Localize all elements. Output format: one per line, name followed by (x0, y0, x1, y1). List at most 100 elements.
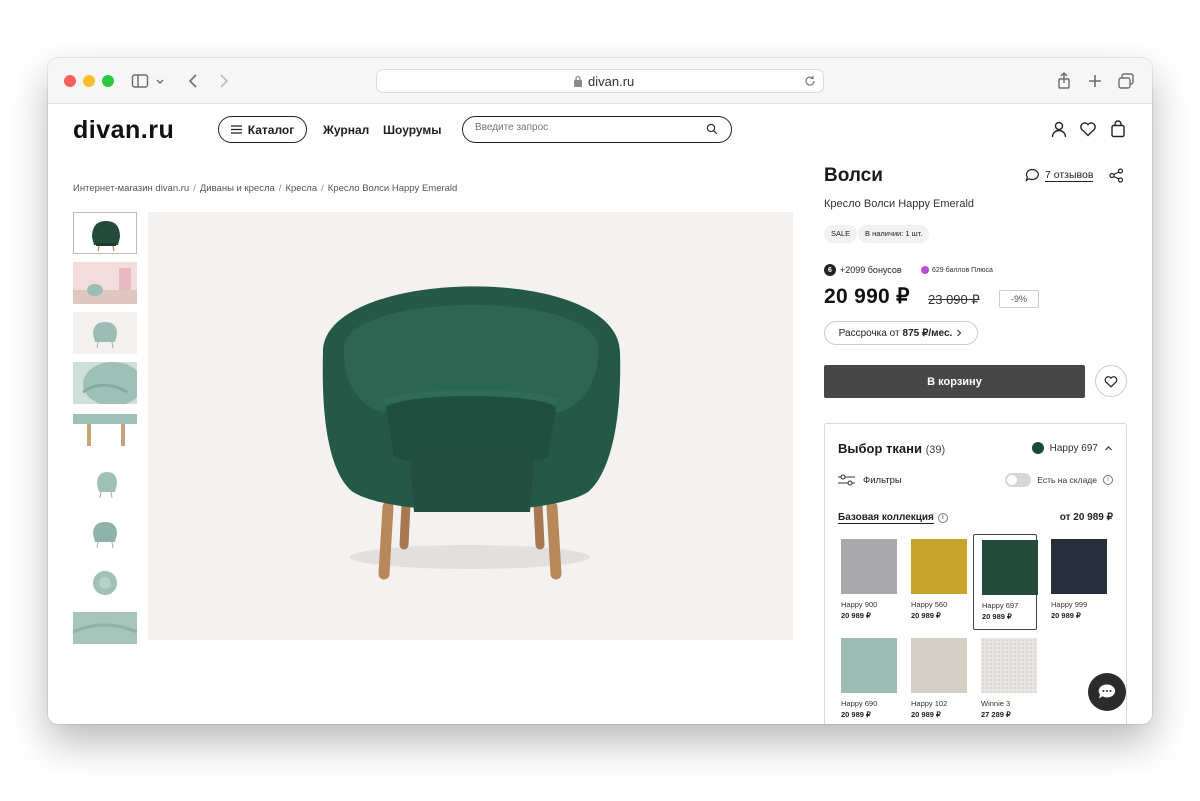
heart-icon (1104, 375, 1118, 388)
fabric-title: Выбор ткани (39) (838, 441, 945, 456)
product-image[interactable] (148, 212, 793, 640)
catalog-label: Каталог (247, 122, 295, 137)
product-title: Волси (824, 165, 883, 186)
nav-link-showrooms[interactable]: Шоурумы (383, 123, 442, 137)
user-icon[interactable] (1050, 120, 1068, 138)
swatch-name: Happy 102 (911, 699, 948, 708)
product-subtitle: Кресло Волси Happy Emerald (824, 198, 975, 210)
breadcrumb-item[interactable]: Кресла (285, 183, 317, 194)
in-stock-label: Есть на складе (1037, 475, 1097, 485)
filters-button[interactable]: Фильтры (838, 474, 902, 486)
fabric-swatch[interactable]: Happy 102 20 989 ₽ (903, 633, 967, 724)
stock-badge: В наличии: 1 шт. (858, 225, 930, 243)
menu-icon (230, 125, 242, 134)
new-tab-icon[interactable] (1085, 71, 1105, 91)
swatch-color (841, 638, 897, 693)
info-icon[interactable]: i (1103, 475, 1113, 485)
maximize-window-button[interactable] (102, 75, 114, 87)
heart-icon[interactable] (1079, 120, 1097, 138)
chevron-up-icon (1105, 445, 1112, 450)
thumbnail[interactable] (73, 612, 137, 644)
sidebar-icon[interactable] (130, 71, 150, 91)
bonus-text: +2099 бонусов (840, 265, 902, 275)
url-text: divan.ru (588, 74, 635, 89)
reload-icon[interactable] (803, 74, 817, 88)
fabric-swatch[interactable]: Happy 560 20 989 ₽ (903, 534, 967, 630)
swatch-name: Happy 697 (982, 601, 1019, 610)
search-input[interactable] (475, 122, 695, 133)
address-bar[interactable]: divan.ru (376, 69, 824, 93)
cart-icon[interactable] (1109, 120, 1127, 138)
reviews-link[interactable]: 7 отзывов (1025, 168, 1094, 182)
fabric-swatch[interactable]: Happy 690 20 989 ₽ (833, 633, 897, 724)
swatch-color (841, 539, 897, 594)
breadcrumb-item[interactable]: Диваны и кресла (200, 183, 275, 194)
share-browser-icon[interactable] (1054, 71, 1074, 91)
collection-price: от 20 989 ₽ (1059, 512, 1113, 523)
old-price: 23 090 ₽ (928, 292, 980, 307)
fabric-selector: Выбор ткани (39) Happy 697 Фильтры Есть … (824, 423, 1127, 724)
share-icon[interactable] (1109, 168, 1124, 183)
swatch-color (911, 539, 967, 594)
browser-toolbar: divan.ru (48, 58, 1152, 104)
thumbnail[interactable] (73, 262, 137, 304)
swatch-name: Happy 690 (841, 699, 878, 708)
thumbnail[interactable] (73, 562, 137, 604)
thumbnail[interactable] (73, 412, 137, 454)
swatch-price: 20 989 ₽ (911, 611, 941, 620)
fabric-swatch[interactable]: Winnie 3 27 289 ₽ (973, 633, 1037, 724)
favorite-button[interactable] (1095, 365, 1127, 397)
forward-icon[interactable] (213, 71, 233, 91)
collection-label[interactable]: Базовая коллекция (838, 512, 934, 524)
fabric-title-text: Выбор ткани (838, 441, 922, 456)
swatch-price: 20 989 ₽ (1051, 611, 1081, 620)
filter-icon (838, 474, 855, 486)
filters-label: Фильтры (863, 474, 902, 486)
plus-icon (921, 266, 929, 274)
search-icon[interactable] (706, 123, 718, 135)
site-logo[interactable]: divan.ru (73, 116, 174, 145)
info-icon[interactable]: i (937, 513, 948, 523)
thumbnail[interactable] (73, 462, 137, 504)
current-fabric[interactable]: Happy 697 (1031, 442, 1113, 454)
current-price: 20 990 ₽ (824, 285, 910, 308)
breadcrumb: Интернет-магазин divan.ru / Диваны и кре… (73, 183, 458, 194)
minimize-window-button[interactable] (83, 75, 95, 87)
plus-text: 629 баллов Плюса (932, 266, 993, 274)
nav-link-journal[interactable]: Журнал (323, 123, 369, 137)
thumbnail[interactable] (73, 312, 137, 354)
swatch-price: 20 989 ₽ (982, 612, 1012, 621)
chat-icon (1098, 684, 1116, 699)
discount-badge: -9% (999, 290, 1039, 308)
swatch-name: Winnie 3 (981, 699, 1011, 708)
breadcrumb-current: Кресло Волси Happy Emerald (327, 183, 458, 194)
plus-points: 629 баллов Плюса (921, 266, 993, 274)
add-to-cart-button[interactable]: В корзину (824, 365, 1085, 398)
thumbnail[interactable] (73, 362, 137, 404)
catalog-button[interactable]: Каталог (218, 116, 307, 143)
swatch-price: 27 289 ₽ (981, 710, 1011, 719)
thumbnail[interactable] (73, 512, 137, 554)
fabric-swatch[interactable]: Happy 900 20 989 ₽ (833, 534, 897, 630)
lock-icon (574, 75, 582, 87)
fabric-swatch-selected[interactable]: Happy 697 20 989 ₽ (973, 534, 1038, 630)
chevron-down-icon[interactable] (154, 71, 166, 91)
installment-amount: 875 ₽/мес. (902, 327, 953, 339)
swatch-color (981, 638, 1037, 693)
chat-button[interactable] (1088, 673, 1126, 711)
back-icon[interactable] (184, 71, 204, 91)
browser-window: divan.ru divan.ru Каталог Журнал Шоурумы… (48, 58, 1152, 724)
tabs-overview-icon[interactable] (1116, 71, 1136, 91)
breadcrumb-item[interactable]: Интернет-магазин divan.ru (73, 183, 189, 194)
installment-button[interactable]: Рассрочка от 875 ₽/мес. (824, 321, 978, 345)
swatch-price: 20 989 ₽ (841, 611, 871, 620)
swatch-color (911, 638, 967, 693)
thumbnail[interactable] (73, 212, 137, 254)
sale-badge: SALE (824, 225, 858, 243)
current-fabric-name: Happy 697 (1049, 442, 1098, 454)
swatch-price: 20 989 ₽ (841, 710, 871, 719)
in-stock-toggle[interactable] (1005, 473, 1032, 487)
fabric-swatch[interactable]: Happy 999 20 989 ₽ (1043, 534, 1107, 630)
reviews-count: 7 отзывов (1045, 168, 1094, 182)
close-window-button[interactable] (64, 75, 76, 87)
